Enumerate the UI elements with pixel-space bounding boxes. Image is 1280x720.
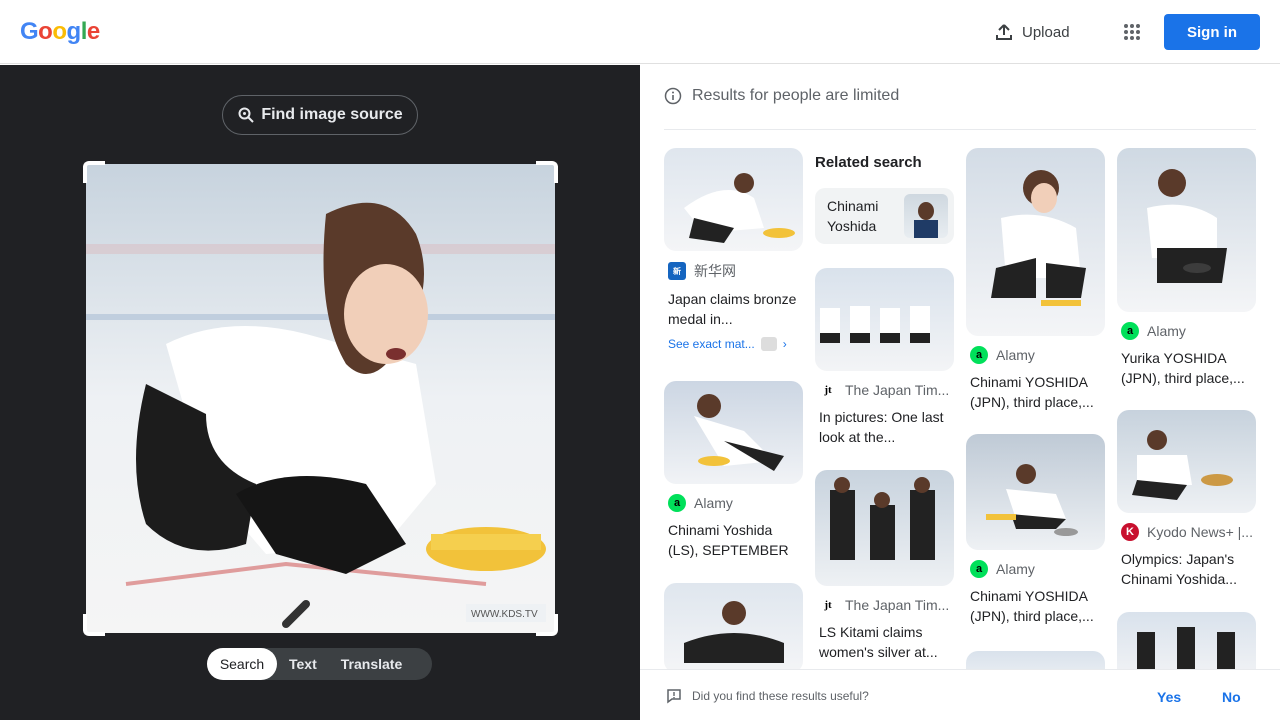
see-exact-matches-label: See exact mat... xyxy=(668,337,755,351)
result-thumbnail[interactable] xyxy=(966,651,1105,670)
find-image-source-button[interactable]: Find image source xyxy=(222,95,418,135)
tab-search[interactable]: Search xyxy=(207,648,277,680)
result-source: 新 新华网 xyxy=(664,261,803,281)
related-search-label: Chinami Yoshida xyxy=(827,198,879,234)
limited-results-text: Results for people are limited xyxy=(692,87,900,104)
result-thumbnail[interactable] xyxy=(1117,148,1256,312)
result-thumbnail[interactable] xyxy=(966,148,1105,336)
result-source-name: Alamy xyxy=(1147,323,1186,339)
result-card[interactable]: a Alamy Yurika YOSHIDA (JPN), third plac… xyxy=(1117,148,1256,388)
image-preview-pane: Find image source WWW.KDS.TV Search Text… xyxy=(0,65,640,720)
feedback-icon xyxy=(667,689,681,704)
feedback-yes-button[interactable]: Yes xyxy=(1157,689,1181,705)
result-source: a Alamy xyxy=(1117,322,1256,340)
result-title[interactable]: Olympics: Japan's Chinami Yoshida... xyxy=(1117,549,1256,589)
result-source-name: Alamy xyxy=(996,561,1035,577)
find-image-source-label: Find image source xyxy=(261,106,403,123)
result-title[interactable]: Chinami Yoshida (LS), SEPTEMBER ... xyxy=(664,520,803,560)
result-source: a Alamy xyxy=(966,346,1105,364)
alamy-favicon-icon: a xyxy=(970,560,988,578)
upload-label: Upload xyxy=(1022,23,1070,41)
result-title[interactable]: Chinami YOSHIDA (JPN), third place,... xyxy=(966,586,1105,626)
top-header: Google Upload Sign in xyxy=(0,0,1280,64)
result-title[interactable]: Yurika YOSHIDA (JPN), third place,... xyxy=(1117,348,1256,388)
result-card[interactable] xyxy=(664,583,803,670)
crop-handle-bottom-left[interactable] xyxy=(83,614,105,636)
related-search-chip[interactable]: Chinami Yoshida xyxy=(815,188,954,244)
see-exact-matches-link[interactable]: See exact mat... › xyxy=(664,337,803,351)
result-source-name: Alamy xyxy=(694,495,733,511)
limited-results-notice: Results for people are limited xyxy=(664,87,899,105)
feedback-bar: Did you find these results useful? Yes N… xyxy=(640,669,1280,720)
alamy-favicon-icon: a xyxy=(1121,322,1139,340)
apps-grid-button[interactable] xyxy=(1116,16,1148,48)
result-thumbnail[interactable] xyxy=(1117,612,1256,670)
exact-match-thumb xyxy=(760,337,777,351)
related-search-thumb xyxy=(904,194,948,238)
result-title[interactable]: Chinami YOSHIDA (JPN), third place,... xyxy=(966,372,1105,412)
crop-handle-bottom-right[interactable] xyxy=(536,614,558,636)
feedback-question-text: Did you find these results useful? xyxy=(692,689,869,703)
result-card[interactable] xyxy=(966,651,1105,670)
result-source: jt The Japan Tim... xyxy=(815,381,954,399)
feedback-no-button[interactable]: No xyxy=(1222,689,1241,705)
crop-handle-top-left[interactable] xyxy=(83,161,105,183)
sign-in-button[interactable]: Sign in xyxy=(1164,14,1260,50)
result-card[interactable]: jt The Japan Tim... In pictures: One las… xyxy=(815,268,954,447)
google-logo[interactable]: Google xyxy=(20,18,100,46)
lens-mode-tabs: Search Text Translate xyxy=(207,648,432,680)
result-card[interactable]: jt The Japan Tim... LS Kitami claims wom… xyxy=(815,470,954,662)
alamy-favicon-icon: a xyxy=(970,346,988,364)
result-title[interactable]: LS Kitami claims women's silver at... xyxy=(815,622,954,662)
result-source: jt The Japan Tim... xyxy=(815,596,954,614)
result-card[interactable]: a Alamy Chinami Yoshida (LS), SEPTEMBER … xyxy=(664,381,803,560)
kyodo-favicon-icon: K xyxy=(1121,523,1139,541)
upload-button[interactable]: Upload xyxy=(984,16,1080,48)
result-source: a Alamy xyxy=(664,494,803,512)
results-pane: Results for people are limited 新 新华网 Jap… xyxy=(640,65,1280,720)
image-watermark: WWW.KDS.TV xyxy=(471,609,538,620)
result-thumbnail[interactable] xyxy=(966,434,1105,550)
result-title[interactable]: In pictures: One last look at the... xyxy=(815,407,954,447)
xinhua-favicon-icon: 新 xyxy=(668,262,686,280)
result-title[interactable]: Japan claims bronze medal in... xyxy=(664,289,803,329)
tab-text[interactable]: Text xyxy=(277,648,329,680)
result-source: K Kyodo News+ |... xyxy=(1117,523,1256,541)
result-source-name: The Japan Tim... xyxy=(845,597,950,613)
result-card[interactable]: a Alamy Chinami YOSHIDA (JPN), third pla… xyxy=(966,148,1105,412)
result-card[interactable] xyxy=(1117,612,1256,670)
result-source-name: The Japan Tim... xyxy=(845,382,950,398)
crop-handle-top-right[interactable] xyxy=(536,161,558,183)
info-icon xyxy=(664,87,682,105)
result-thumbnail[interactable] xyxy=(664,148,803,251)
result-source: a Alamy xyxy=(966,560,1105,578)
japan-times-favicon-icon: jt xyxy=(819,381,837,399)
result-card[interactable]: a Alamy Chinami YOSHIDA (JPN), third pla… xyxy=(966,434,1105,626)
result-thumbnail[interactable] xyxy=(664,583,803,670)
visual-matches-grid: 新 新华网 Japan claims bronze medal in... Se… xyxy=(664,148,1256,670)
lens-search-icon xyxy=(238,107,255,123)
result-thumbnail[interactable] xyxy=(1117,410,1256,513)
upload-icon xyxy=(996,24,1012,40)
chevron-right-icon: › xyxy=(782,337,787,351)
result-source-name: 新华网 xyxy=(694,263,736,279)
result-thumbnail[interactable] xyxy=(664,381,803,484)
query-image: WWW.KDS.TV xyxy=(86,164,555,633)
result-card[interactable]: K Kyodo News+ |... Olympics: Japan's Chi… xyxy=(1117,410,1256,589)
crop-selection[interactable]: WWW.KDS.TV xyxy=(83,161,558,636)
result-source-name: Alamy xyxy=(996,347,1035,363)
alamy-favicon-icon: a xyxy=(668,494,686,512)
tab-translate[interactable]: Translate xyxy=(329,648,414,680)
feedback-question: Did you find these results useful? xyxy=(666,688,869,704)
apps-grid-icon xyxy=(1124,24,1140,40)
related-search-heading: Related search xyxy=(815,154,922,171)
result-thumbnail[interactable] xyxy=(815,470,954,586)
japan-times-favicon-icon: jt xyxy=(819,596,837,614)
result-source-name: Kyodo News+ |... xyxy=(1147,524,1253,540)
result-thumbnail[interactable] xyxy=(815,268,954,371)
result-card[interactable]: 新 新华网 Japan claims bronze medal in... Se… xyxy=(664,148,803,351)
divider xyxy=(664,129,1256,130)
